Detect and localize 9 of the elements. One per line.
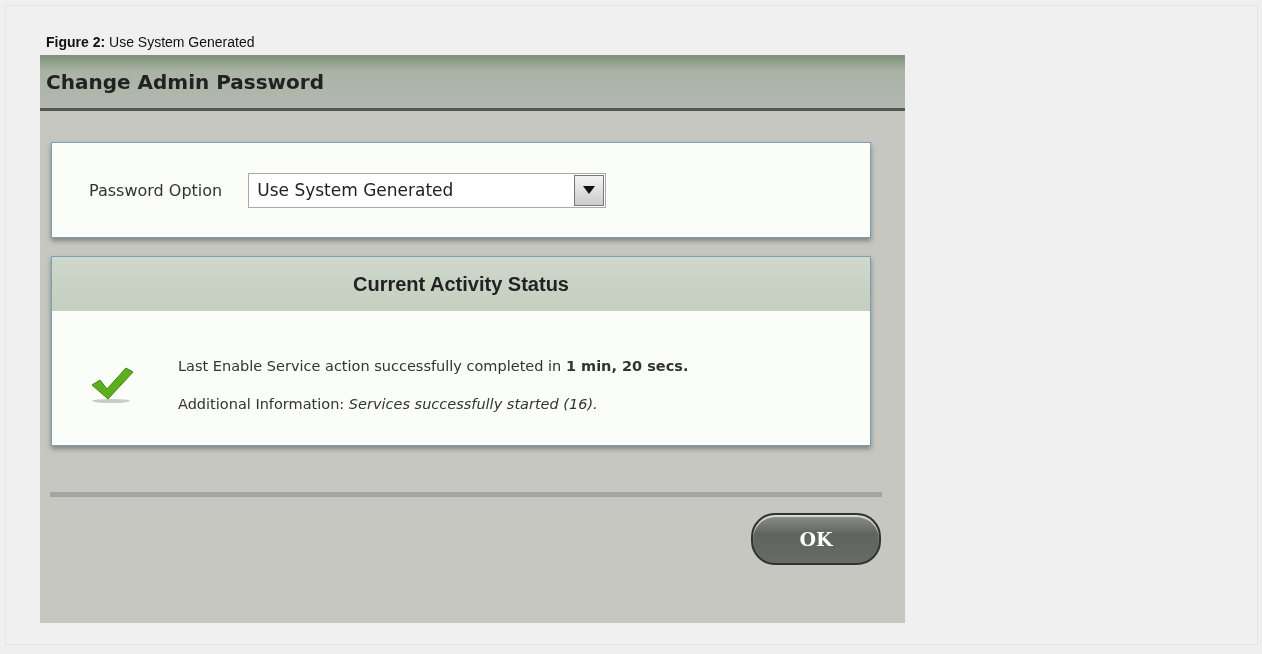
status-heading: Current Activity Status	[52, 257, 870, 311]
password-option-dropdown[interactable]: Use System Generated	[248, 172, 607, 208]
figure-caption: Figure 2: Use System Generated	[46, 34, 256, 50]
dialog-title: Change Admin Password	[46, 69, 324, 94]
option-label: Password Option	[89, 180, 223, 200]
additional-information: Additional Information: Services successfully started (16).	[178, 396, 599, 412]
status-message: Last Enable Service action successfully completed in 1 min, 20 secs.	[178, 358, 690, 374]
ok-button[interactable]: OK	[751, 513, 881, 565]
checkmark-icon	[90, 366, 134, 404]
